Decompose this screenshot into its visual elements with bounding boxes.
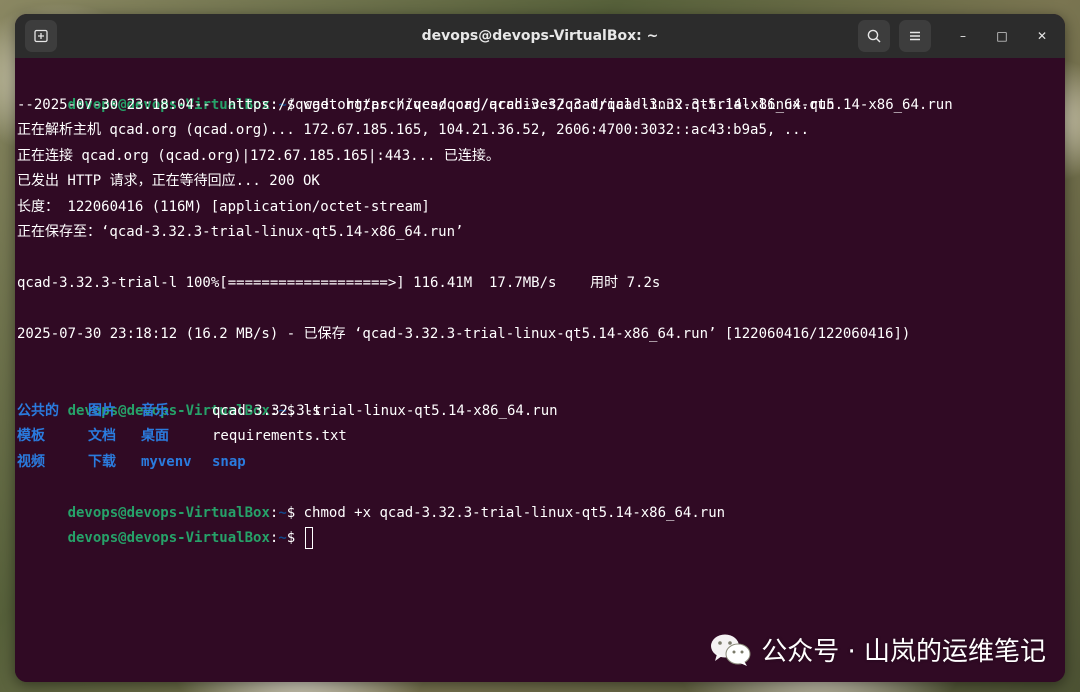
prompt-path: ~ [278, 530, 287, 546]
search-button[interactable] [858, 20, 890, 52]
prompt-user: devops@devops-VirtualBox [67, 504, 270, 521]
terminal-window: devops@devops-VirtualBox: ~ – □ ✕ devops… [15, 14, 1065, 682]
ls-directory: myvenv [141, 453, 192, 470]
maximize-button[interactable]: □ [991, 25, 1013, 47]
menu-button[interactable] [899, 20, 931, 52]
close-icon: ✕ [1036, 29, 1048, 43]
terminal-cursor[interactable] [304, 527, 313, 549]
prompt-symbol: $ [286, 530, 304, 546]
minimize-icon: – [960, 29, 966, 43]
wechat-icon [711, 634, 751, 666]
ls-directory: 文档 [88, 428, 116, 444]
ls-directory: snap [212, 453, 246, 470]
minimize-button[interactable]: – [952, 25, 974, 47]
watermark: 公众号 · 山岚的运维笔记 [709, 631, 1046, 668]
terminal-line: devops@devops-VirtualBox:~$ ls [17, 373, 1065, 419]
terminal-line: devops@devops-VirtualBox:~$ wget https:/… [17, 67, 1065, 113]
ls-directory: 下载 [88, 453, 116, 470]
ls-output-row: 模板 文档 桌面 requirements.txt [17, 424, 1065, 450]
ls-directory: 视频 [17, 453, 45, 470]
ls-directory: 音乐 [141, 402, 169, 419]
ls-directory: 公共的 [17, 402, 59, 419]
titlebar: devops@devops-VirtualBox: ~ – □ ✕ [15, 14, 1065, 58]
ls-output-row: 公共的 图片 音乐 qcad-3.32.3-trial-linux-qt5.14-x8… [17, 399, 1065, 425]
ls-file: requirements.txt [212, 428, 347, 444]
output-line: 已发出 HTTP 请求，正在等待回应... 200 OK [17, 173, 320, 189]
prompt-user: devops@devops-VirtualBox [67, 530, 270, 546]
command-text: chmod +x qcad-3.32.3-trial-linux-qt5.14-… [303, 504, 726, 521]
ls-output-row: 视频 下载 myvenv snap [17, 450, 1065, 476]
output-line: 正在保存至：‘qcad-3.32.3-trial-linux-qt5.14-x8… [17, 224, 464, 240]
download-progress-line: qcad-3.32.3-trial-l 100%[===============… [17, 275, 661, 291]
output-line: 2025-07-30 23:18:12 (16.2 MB/s) - 已保存 ‘q… [17, 326, 911, 342]
output-line: 正在连接 qcad.org (qcad.org)|172.67.185.165|… [17, 147, 500, 164]
prompt-symbol: $ [286, 504, 304, 521]
hamburger-menu-icon [910, 31, 920, 41]
terminal-content[interactable]: devops@devops-VirtualBox:~$ wget https:/… [15, 58, 1065, 682]
output-line: 正在解析主机 qcad.org (qcad.org)... 172.67.185… [17, 122, 810, 138]
terminal-line: devops@devops-VirtualBox:~$ chmod +x qca… [17, 475, 1065, 521]
watermark-text: 公众号 · 山岚的运维笔记 [761, 637, 1046, 667]
ls-directory: 图片 [88, 402, 116, 419]
ls-directory: 模板 [17, 428, 45, 444]
ls-file: qcad-3.32.3-trial-linux-qt5.14-x86_64.ru… [212, 402, 558, 419]
close-button[interactable]: ✕ [1031, 25, 1053, 47]
output-line: 长度： 122060416 (116M) [application/octet-… [17, 198, 430, 215]
search-icon [867, 29, 881, 43]
maximize-icon: □ [996, 29, 1008, 43]
prompt-path: ~ [278, 504, 287, 521]
ls-directory: 桌面 [141, 428, 169, 444]
